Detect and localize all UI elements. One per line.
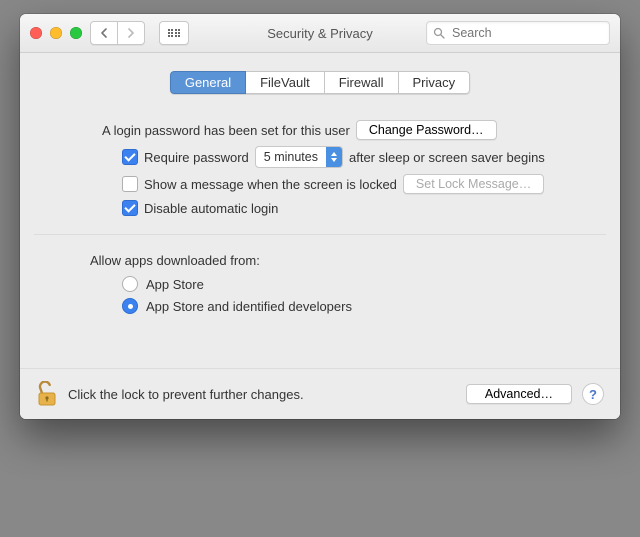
disable-auto-login-label: Disable automatic login — [144, 201, 278, 216]
window-controls — [30, 27, 82, 39]
content-area: General FileVault Firewall Privacy A log… — [20, 53, 620, 368]
footer: Click the lock to prevent further change… — [20, 368, 620, 419]
tab-privacy[interactable]: Privacy — [399, 71, 471, 94]
search-field[interactable] — [426, 21, 610, 45]
zoom-window-button[interactable] — [70, 27, 82, 39]
chevron-right-icon — [127, 28, 135, 38]
allow-identified-option[interactable]: App Store and identified developers — [122, 298, 586, 314]
tab-bar: General FileVault Firewall Privacy — [34, 71, 606, 94]
require-password-checkbox[interactable] — [122, 149, 138, 165]
preferences-window: Security & Privacy General FileVault Fir… — [20, 14, 620, 419]
close-window-button[interactable] — [30, 27, 42, 39]
chevron-left-icon — [100, 28, 108, 38]
tab-firewall[interactable]: Firewall — [325, 71, 399, 94]
login-password-set-label: A login password has been set for this u… — [102, 123, 350, 138]
help-button[interactable]: ? — [582, 383, 604, 405]
section-divider — [34, 234, 606, 235]
show-message-label: Show a message when the screen is locked — [144, 177, 397, 192]
disable-auto-login-row: Disable automatic login — [122, 200, 586, 216]
require-password-label: Require password — [144, 150, 249, 165]
show-message-row: Show a message when the screen is locked… — [122, 174, 586, 194]
allow-apps-heading: Allow apps downloaded from: — [90, 253, 586, 268]
login-password-row: A login password has been set for this u… — [102, 120, 586, 140]
titlebar: Security & Privacy — [20, 14, 620, 53]
general-panel: A login password has been set for this u… — [34, 108, 606, 368]
tab-filevault[interactable]: FileVault — [246, 71, 325, 94]
show-all-button[interactable] — [159, 21, 189, 45]
allow-identified-label: App Store and identified developers — [146, 299, 352, 314]
require-password-suffix-label: after sleep or screen saver begins — [349, 150, 545, 165]
show-message-checkbox[interactable] — [122, 176, 138, 192]
lock-button[interactable] — [36, 381, 58, 407]
nav-back-forward — [90, 21, 145, 45]
allow-appstore-option[interactable]: App Store — [122, 276, 586, 292]
grid-icon — [168, 29, 180, 38]
allow-appstore-radio[interactable] — [122, 276, 138, 292]
forward-button[interactable] — [118, 21, 145, 45]
search-input[interactable] — [450, 25, 603, 41]
require-password-delay-popup[interactable]: 5 minutes — [255, 146, 343, 168]
updown-arrows-icon — [326, 147, 342, 167]
allow-identified-radio[interactable] — [122, 298, 138, 314]
back-button[interactable] — [90, 21, 118, 45]
search-icon — [433, 27, 445, 39]
minimize-window-button[interactable] — [50, 27, 62, 39]
allow-appstore-label: App Store — [146, 277, 204, 292]
require-password-delay-value: 5 minutes — [256, 147, 326, 167]
set-lock-message-button: Set Lock Message… — [403, 174, 544, 194]
lock-hint-label: Click the lock to prevent further change… — [68, 387, 304, 402]
change-password-button[interactable]: Change Password… — [356, 120, 497, 140]
advanced-button[interactable]: Advanced… — [466, 384, 572, 404]
tab-general[interactable]: General — [170, 71, 246, 94]
unlocked-padlock-icon — [36, 381, 58, 407]
disable-auto-login-checkbox[interactable] — [122, 200, 138, 216]
require-password-row: Require password 5 minutes after sleep o… — [122, 146, 586, 168]
